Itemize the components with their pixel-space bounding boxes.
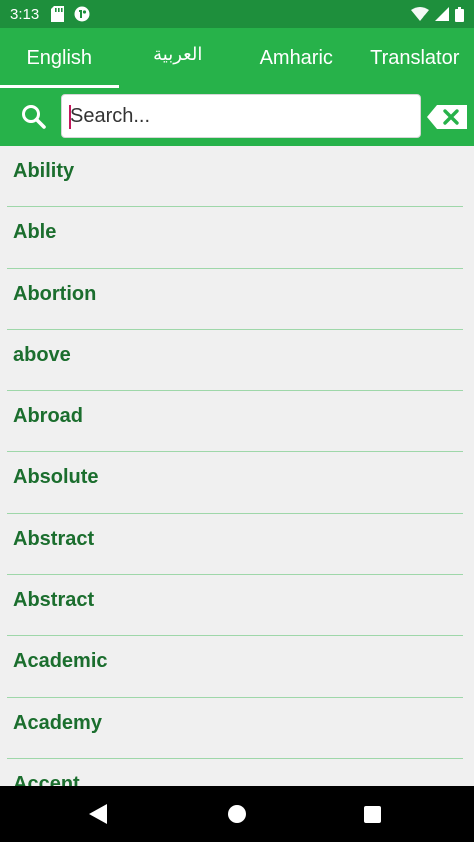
tab-label: Amharic xyxy=(259,46,333,69)
list-item[interactable]: Abortion xyxy=(0,269,474,330)
tab-amharic[interactable]: Amharic xyxy=(237,28,356,88)
search-icon[interactable] xyxy=(20,103,48,131)
word-label: Able xyxy=(13,221,57,244)
list-item[interactable]: Accent xyxy=(0,759,474,786)
tab-english[interactable]: English xyxy=(0,28,119,88)
word-label: Ability xyxy=(13,160,75,182)
search-bar xyxy=(0,88,474,146)
word-label: Accent xyxy=(13,772,80,786)
word-label: Abortion xyxy=(13,282,97,305)
tab-label: Translator xyxy=(370,46,460,69)
word-label: Academic xyxy=(13,650,108,673)
list-item[interactable]: Abstract xyxy=(0,575,474,637)
home-icon[interactable] xyxy=(228,805,246,828)
text-cursor xyxy=(69,105,71,129)
back-icon[interactable] xyxy=(89,804,107,829)
sd-card-icon xyxy=(51,6,65,22)
word-label: above xyxy=(13,343,71,366)
list-item[interactable]: Ability xyxy=(0,146,474,208)
list-item[interactable]: above xyxy=(0,330,474,392)
list-item[interactable]: Absolute xyxy=(0,452,474,514)
word-label: Abroad xyxy=(13,405,83,428)
tab-label: العربية xyxy=(153,43,203,64)
signal-icon xyxy=(435,7,449,21)
app-screen: 3:13 English العربية Amharic Translator … xyxy=(0,0,474,842)
battery-icon xyxy=(455,6,464,22)
status-time: 3:13 xyxy=(10,5,40,23)
app-notification-icon xyxy=(74,6,90,22)
clear-search-icon[interactable] xyxy=(427,105,467,129)
word-label: Absolute xyxy=(13,466,99,489)
word-list[interactable]: Ability Able Abortion above Abroad Absol… xyxy=(0,146,474,786)
status-bar: 3:13 xyxy=(0,0,474,28)
list-item[interactable]: Abroad xyxy=(0,391,474,453)
list-item[interactable]: Able xyxy=(0,207,474,269)
tab-arabic[interactable]: العربية xyxy=(119,28,238,88)
status-left-icons xyxy=(51,6,90,22)
list-item[interactable]: Academic xyxy=(0,636,474,698)
tab-translator[interactable]: Translator xyxy=(356,28,474,88)
word-label: Abstract xyxy=(13,589,95,612)
word-label: Academy xyxy=(13,711,102,734)
word-label: Abstract xyxy=(13,527,95,550)
recents-icon[interactable] xyxy=(364,806,381,828)
status-right-icons xyxy=(411,6,464,22)
search-input[interactable] xyxy=(61,94,421,138)
wifi-icon xyxy=(411,7,429,21)
tab-label: English xyxy=(26,46,93,69)
list-item[interactable]: Academy xyxy=(0,698,474,759)
navigation-bar xyxy=(0,786,474,842)
tab-bar: English العربية Amharic Translator xyxy=(0,28,474,88)
list-item[interactable]: Abstract xyxy=(0,514,474,576)
